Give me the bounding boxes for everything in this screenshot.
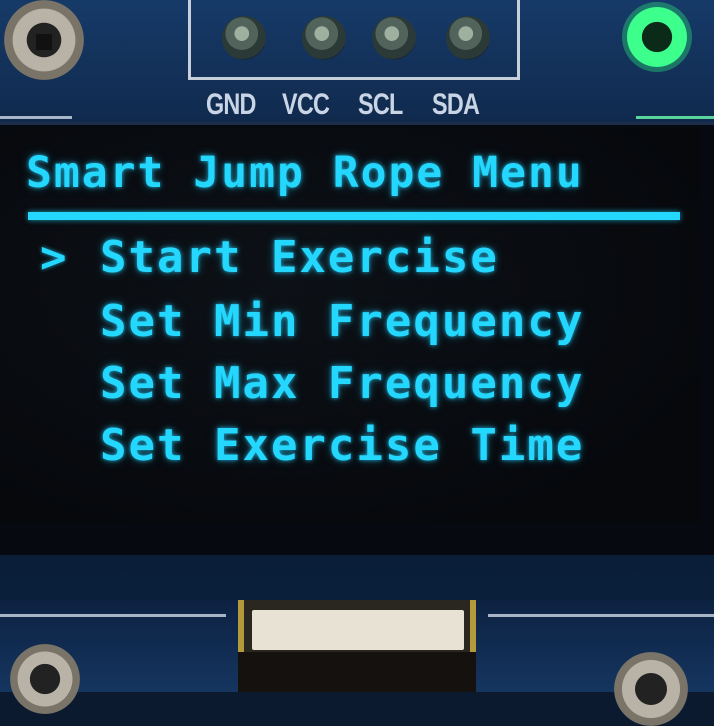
pin-label-sda: SDA — [432, 88, 480, 121]
pin-label-scl: SCL — [358, 88, 403, 121]
pin-gnd — [222, 16, 266, 60]
mounting-hole-square — [36, 34, 52, 50]
menu-item-set-max-frequency[interactable]: Set Max Frequency — [100, 358, 584, 409]
mounting-hole-bottom-left — [10, 644, 80, 714]
menu-title: Smart Jump Rope Menu — [26, 148, 584, 198]
menu-item-set-exercise-time[interactable]: Set Exercise Time — [100, 420, 584, 471]
silkscreen-line-bottom-left — [0, 614, 226, 617]
pin-vcc — [302, 16, 346, 60]
pin-label-gnd: GND — [206, 88, 256, 121]
silkscreen-line-bottom-right — [488, 614, 714, 617]
menu-item-set-min-frequency[interactable]: Set Min Frequency — [100, 296, 584, 347]
mounting-hole-bottom-right — [614, 652, 688, 726]
pin-label-vcc: VCC — [282, 88, 330, 121]
led-glow-hole — [622, 2, 692, 72]
menu-title-underline — [28, 212, 680, 220]
menu-cursor-icon: > — [40, 232, 67, 283]
silkscreen-line-left — [0, 116, 72, 119]
pin-scl — [372, 16, 416, 60]
menu-item-start-exercise[interactable]: Start Exercise — [100, 232, 499, 283]
silkscreen-line-right — [636, 116, 714, 119]
pin-sda — [446, 16, 490, 60]
flex-ribbon-connector — [252, 610, 464, 650]
flex-ribbon-shadow — [238, 652, 476, 692]
